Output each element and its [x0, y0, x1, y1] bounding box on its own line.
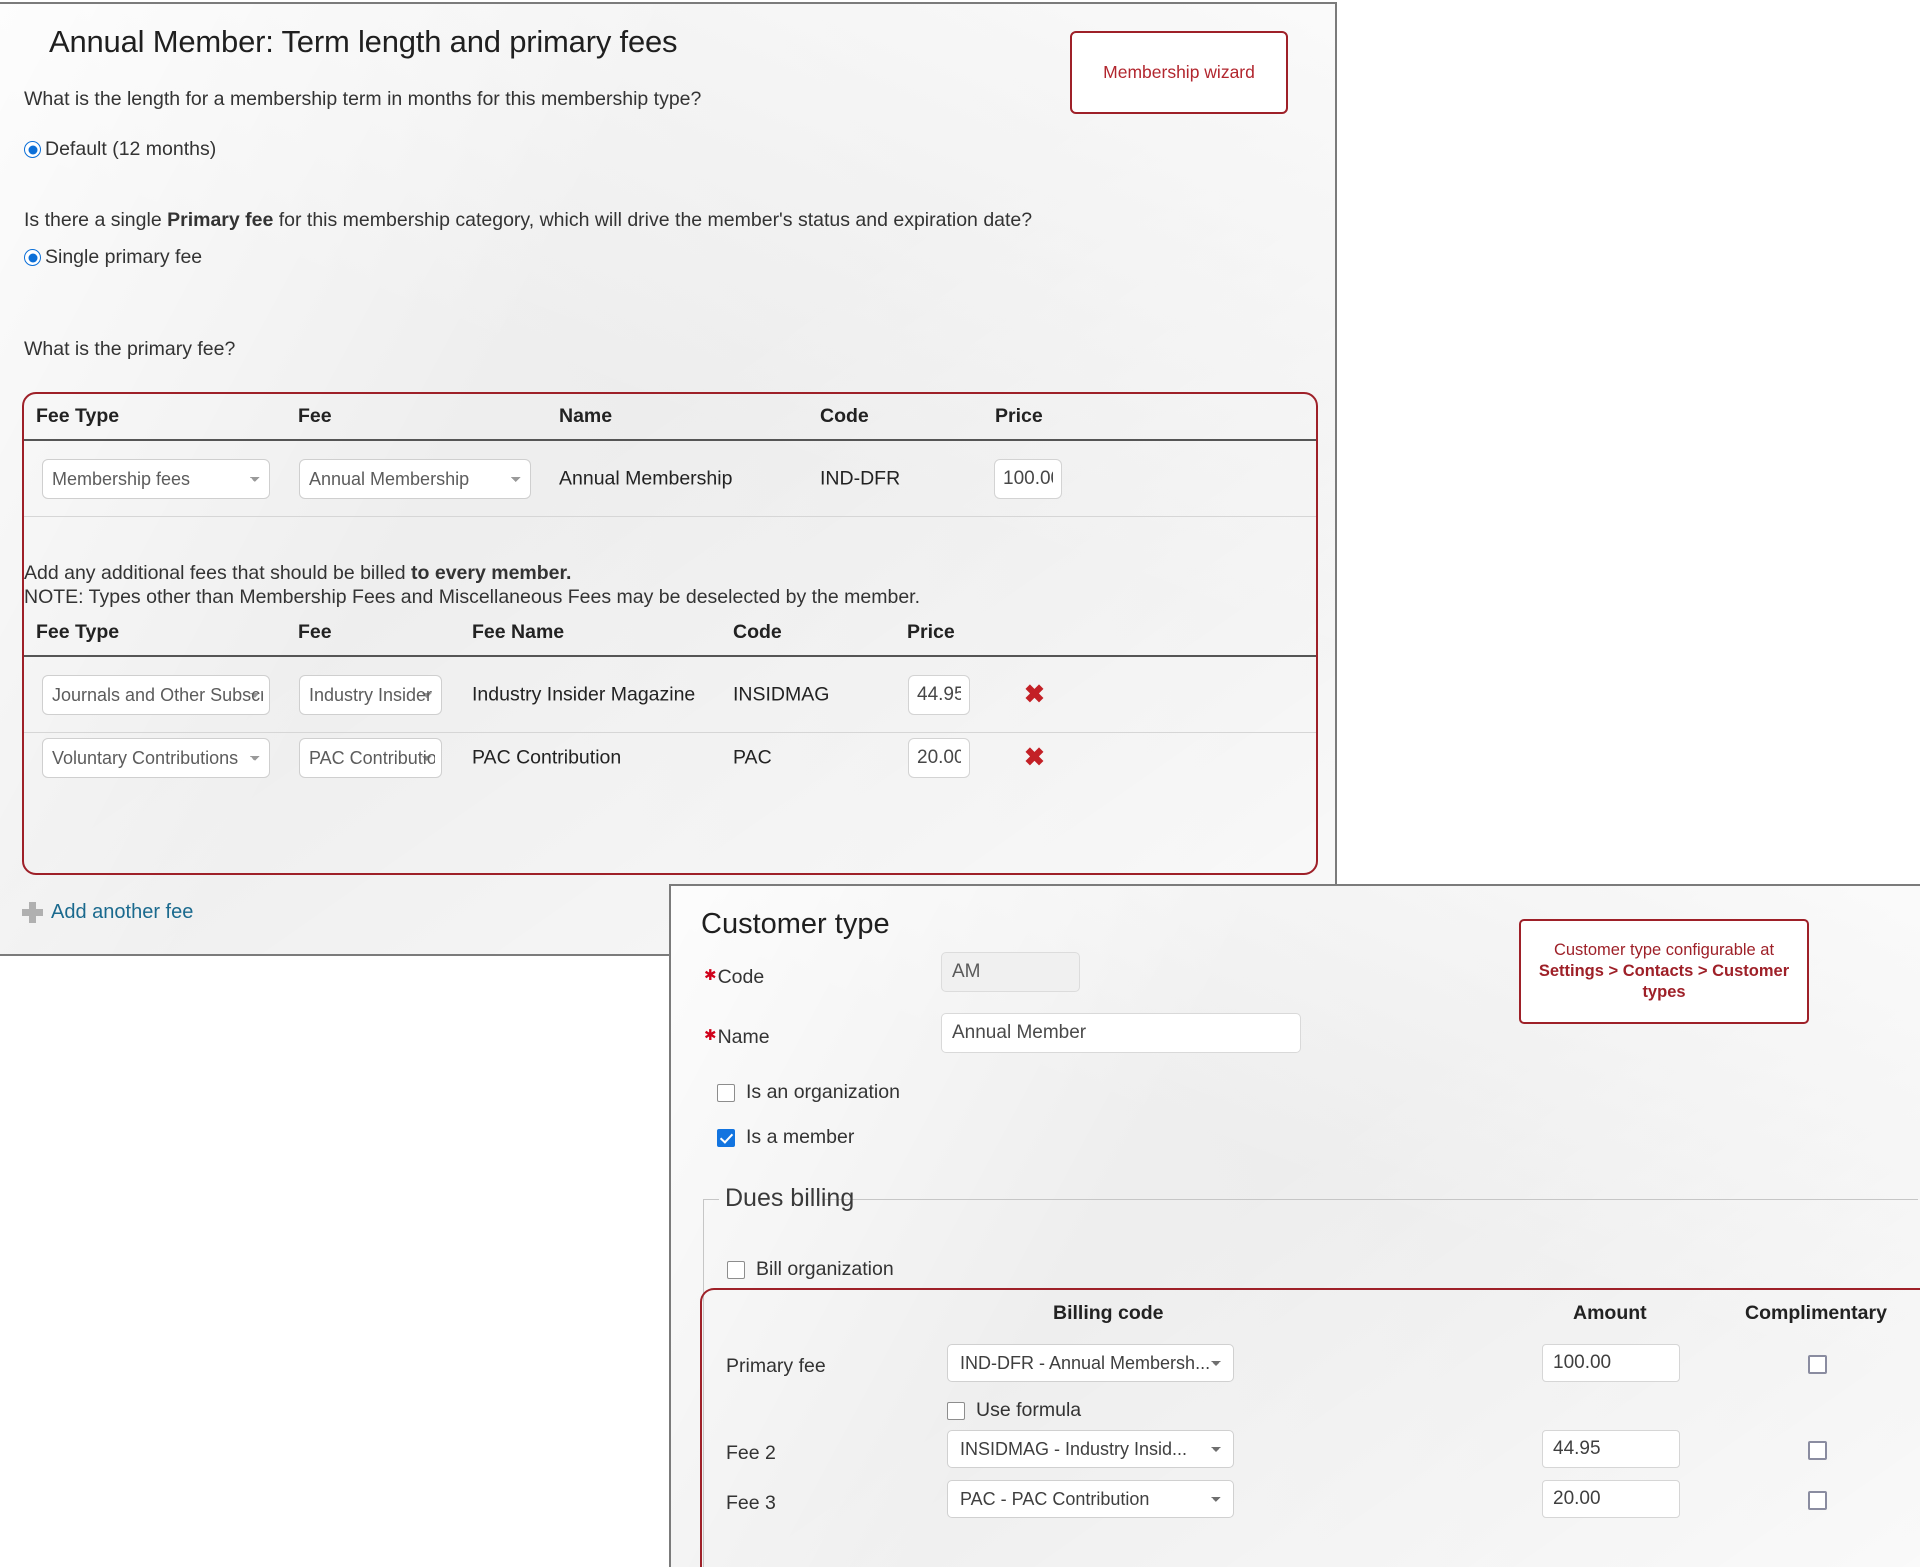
dues-billing-legend: Dues billing — [725, 1184, 855, 1212]
radio-label-default-term: Default (12 months) — [45, 138, 217, 160]
is-organization-label: Is an organization — [746, 1081, 900, 1103]
radio-option-default-term[interactable]: Default (12 months) — [24, 138, 216, 161]
header-add-code: Code — [733, 621, 782, 643]
is-member-checkbox[interactable] — [717, 1128, 735, 1147]
question-primary-fee: Is there a single Primary fee for this m… — [24, 209, 1032, 232]
code-label-text: Code — [717, 966, 765, 988]
header-name: Name — [559, 405, 613, 427]
is-member-checkbox-row[interactable]: Is a member — [717, 1126, 854, 1149]
name-field[interactable] — [941, 1013, 1301, 1053]
question-what-is-primary-fee: What is the primary fee? — [24, 338, 236, 360]
header-code: Code — [820, 405, 869, 427]
additional-fee-type-select-2[interactable]: Voluntary Contributions — [42, 738, 270, 778]
is-organization-checkbox[interactable] — [717, 1083, 735, 1102]
membership-wizard-panel: Annual Member: Term length and primary f… — [0, 2, 1337, 956]
additional-fees-note-2: NOTE: Types other than Membership Fees a… — [24, 586, 921, 608]
question-primary-fee-prefix: Is there a single — [24, 209, 168, 231]
header-complimentary: Complimentary — [1745, 1302, 1887, 1324]
billing-code-select-fee2[interactable]: INSIDMAG - Industry Insid... — [947, 1430, 1234, 1468]
additional-fee-select-1[interactable]: Industry Insider — [299, 674, 442, 715]
primary-fee-row: Membership fees Annual Membership Annual… — [24, 441, 1316, 517]
header-add-fee-type: Fee Type — [36, 621, 120, 643]
primary-fee-select[interactable]: Annual Membership — [299, 458, 531, 499]
page-title: Annual Member: Term length and primary f… — [49, 24, 678, 59]
question-primary-fee-suffix: for this membership category, which will… — [273, 209, 1033, 231]
radio-option-single-primary-fee[interactable]: Single primary fee — [24, 246, 202, 269]
additional-fee-code-1: INSIDMAG — [733, 683, 830, 705]
additional-fee-row: Voluntary Contributions PAC Contribution… — [24, 720, 1316, 796]
billing-row-label-fee3: Fee 3 — [726, 1492, 776, 1514]
additional-fees-note: Add any additional fees that should be b… — [24, 562, 571, 585]
fieldset-line-left — [703, 1199, 719, 1200]
use-formula-checkbox[interactable] — [947, 1401, 965, 1420]
name-label: ✱Name — [704, 1026, 770, 1049]
bill-organization-label: Bill organization — [756, 1258, 894, 1280]
primary-fee-table-header: Fee Type Fee Name Code Price — [24, 394, 1316, 441]
info-box-line1: Customer type configurable at — [1553, 940, 1775, 959]
additional-fee-price-input-2[interactable] — [908, 738, 970, 778]
additional-fees-note-bold: to every member. — [411, 562, 572, 584]
amount-input-fee2[interactable] — [1542, 1430, 1680, 1468]
billing-row-label-fee2: Fee 2 — [726, 1442, 776, 1464]
customer-type-title: Customer type — [701, 908, 890, 940]
header-fee: Fee — [298, 405, 332, 427]
required-star-icon: ✱ — [704, 1027, 717, 1044]
fieldset-line-right — [822, 1199, 1918, 1200]
complimentary-checkbox-fee3[interactable] — [1808, 1491, 1827, 1510]
billing-row-label-primary: Primary fee — [726, 1355, 826, 1377]
bill-organization-checkbox[interactable] — [727, 1260, 745, 1279]
radio-icon-single-primary-fee[interactable] — [24, 249, 41, 266]
additional-fee-table-header: Fee Type Fee Fee Name Code Price — [24, 610, 1316, 657]
customer-type-info-box: Customer type configurable at Settings >… — [1519, 919, 1809, 1024]
radio-label-single-primary-fee: Single primary fee — [45, 246, 203, 268]
header-add-price: Price — [907, 621, 955, 643]
bill-organization-checkbox-row[interactable]: Bill organization — [727, 1258, 894, 1281]
add-another-fee-link[interactable]: Add another fee — [22, 901, 193, 924]
add-another-fee-label: Add another fee — [51, 901, 194, 923]
additional-fee-price-input-1[interactable] — [908, 674, 970, 715]
info-box-line2: Settings > Contacts > Customer types — [1538, 961, 1790, 1002]
is-organization-checkbox-row[interactable]: Is an organization — [717, 1081, 900, 1104]
delete-x-icon[interactable]: ✖ — [1024, 682, 1045, 707]
complimentary-checkbox-fee2[interactable] — [1808, 1441, 1827, 1460]
fees-container: Fee Type Fee Name Code Price Membership … — [22, 392, 1318, 875]
primary-fee-code: IND-DFR — [820, 467, 901, 489]
delete-x-icon[interactable]: ✖ — [1024, 745, 1045, 771]
plus-icon — [22, 902, 43, 923]
additional-fee-select-2[interactable]: PAC Contribution — [299, 738, 442, 778]
code-label: ✱Code — [704, 966, 764, 989]
primary-fee-price-input[interactable] — [994, 458, 1062, 499]
additional-fees-note-prefix: Add any additional fees that should be b… — [24, 562, 412, 584]
required-star-icon: ✱ — [704, 967, 717, 984]
billing-code-select-primary[interactable]: IND-DFR - Annual Membersh... — [947, 1344, 1234, 1382]
billing-table-box — [700, 1288, 1920, 1567]
code-field[interactable] — [941, 952, 1080, 992]
additional-fee-name-2: PAC Contribution — [472, 746, 622, 769]
membership-wizard-button[interactable]: Membership wizard — [1070, 31, 1288, 114]
billing-code-select-fee3[interactable]: PAC - PAC Contribution — [947, 1480, 1234, 1518]
name-label-text: Name — [717, 1026, 770, 1048]
header-add-fee: Fee — [298, 621, 332, 643]
primary-fee-name: Annual Membership — [559, 467, 733, 489]
header-fee-type: Fee Type — [36, 405, 120, 427]
use-formula-label: Use formula — [976, 1399, 1082, 1421]
is-member-label: Is a member — [746, 1126, 855, 1148]
additional-fee-type-select-1[interactable]: Journals and Other Subscri — [42, 674, 270, 715]
additional-fee-code-2: PAC — [733, 746, 772, 769]
header-amount: Amount — [1573, 1302, 1647, 1324]
use-formula-checkbox-row[interactable]: Use formula — [947, 1399, 1081, 1422]
header-add-fee-name: Fee Name — [472, 621, 565, 643]
radio-icon-default-term[interactable] — [24, 141, 41, 158]
complimentary-checkbox-primary[interactable] — [1808, 1355, 1827, 1374]
amount-input-fee3[interactable] — [1542, 1480, 1680, 1518]
primary-fee-type-select[interactable]: Membership fees — [42, 458, 270, 499]
screenshot-root: Annual Member: Term length and primary f… — [0, 0, 1920, 1567]
question-primary-fee-bold: Primary fee — [167, 209, 274, 231]
amount-input-primary[interactable] — [1542, 1344, 1680, 1382]
question-term-length: What is the length for a membership term… — [24, 88, 702, 110]
additional-fee-name-1: Industry Insider Magazine — [472, 683, 696, 705]
header-price: Price — [995, 405, 1043, 427]
header-billing-code: Billing code — [1053, 1302, 1164, 1324]
